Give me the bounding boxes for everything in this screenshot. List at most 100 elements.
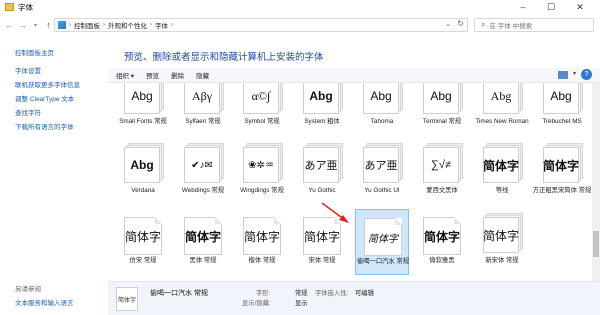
style-label: 字形:	[256, 290, 271, 297]
font-preview-page: 简体字	[543, 143, 583, 183]
chevron-down-icon[interactable]: ⌄	[445, 20, 451, 28]
breadcrumb-item[interactable]: 外观和个性化	[108, 20, 147, 30]
font-name-label: Sylfaen 常规	[185, 118, 221, 125]
font-preview-text: 简体字	[368, 233, 398, 245]
font-preview-text: 简体字	[483, 158, 519, 173]
organize-button[interactable]: 组织 ▾	[116, 70, 134, 80]
font-name-label: Times New Roman	[475, 118, 529, 125]
font-tile[interactable]: ✔♪✉ Webdings 常规	[176, 139, 230, 205]
font-tile[interactable]: 简体字 等线	[475, 139, 529, 205]
font-tile[interactable]: あア亜 Yu Gothic UI	[355, 139, 409, 205]
font-tile[interactable]: 简体字方正粗黑宋简体 常规	[533, 139, 591, 205]
font-name-label: Small Fonts 常规	[119, 118, 167, 125]
font-preview-text: Aβγ	[191, 88, 213, 103]
chevron-icon: ›	[150, 22, 152, 28]
find-character-link[interactable]: 查找字符	[15, 107, 41, 117]
font-name-label: Verdana	[131, 187, 155, 194]
font-preview-page: Abg	[483, 83, 523, 114]
breadcrumb-item[interactable]: 字体	[155, 20, 168, 30]
font-preview-page: 简体字	[124, 217, 162, 255]
font-preview-page: Aβγ	[184, 83, 224, 114]
font-tile[interactable]: Abg Trebuchet MS	[535, 83, 589, 136]
font-preview-text: あア亜	[304, 160, 338, 172]
font-preview-text: Abg	[430, 89, 452, 103]
minimize-button[interactable]: –	[512, 0, 534, 14]
address-field[interactable]: › 控制面板 › 外观和个性化 › 字体 › ⌄ ↻	[54, 18, 468, 32]
font-preview-text: Abg	[130, 158, 154, 172]
font-tile[interactable]: Abg Small Fonts 常规	[116, 83, 170, 136]
font-preview-text: Abg	[370, 89, 392, 103]
scrollbar-thumb[interactable]	[593, 231, 599, 257]
download-fonts-link[interactable]: 下载所有语言的字体	[15, 121, 74, 131]
font-name-label: 方正粗黑宋简体 常规	[532, 187, 592, 194]
font-preview-text: 简体字	[244, 229, 280, 244]
left-pane: 控制面板主页 字体设置 联机获取更多字体信息 调整 ClearType 文本 查…	[0, 36, 108, 315]
font-name-label: 宋体 常规	[308, 257, 336, 264]
font-tile[interactable]: 简体字 新宋体 常规	[475, 209, 529, 275]
back-button[interactable]: ←	[3, 18, 16, 32]
font-tile[interactable]: 简体字 宋体 常规	[295, 209, 349, 275]
font-name-label: Webdings 常规	[181, 187, 225, 194]
font-preview-text: ∑√≠	[431, 159, 451, 171]
font-name-label: System 粗体	[304, 118, 340, 125]
font-settings-link[interactable]: 字体设置	[15, 65, 41, 75]
font-preview-page: 简体字	[184, 217, 222, 255]
chevron-icon: ›	[69, 22, 71, 28]
font-tile[interactable]: Abg Verdana	[116, 139, 170, 205]
font-preview-text: Abg	[131, 89, 153, 103]
get-more-fonts-link[interactable]: 联机获取更多字体信息	[15, 79, 80, 89]
view-icon[interactable]	[558, 71, 568, 79]
font-name-label: Wingdings 常规	[240, 187, 284, 194]
font-preview-page: Abg	[543, 83, 583, 114]
font-tile[interactable]: Aβγ Sylfaen 常规	[176, 83, 230, 136]
breadcrumb-item[interactable]: 控制面板	[74, 20, 100, 30]
font-tile[interactable]: ❀✲♒ Wingdings 常规	[235, 139, 289, 205]
font-preview-page: Abg	[423, 83, 463, 114]
font-name-label: 新宋体 常规	[485, 257, 519, 264]
font-tile[interactable]: 简体字 仿宋 常规	[116, 209, 170, 275]
font-tile[interactable]: 简体字 楷体 常规	[235, 209, 289, 275]
search-input[interactable]: ⌕ 在 字体 中搜索	[474, 18, 594, 32]
refresh-icon[interactable]: ↻	[457, 19, 464, 28]
delete-button[interactable]: 删除	[171, 70, 184, 80]
font-tile[interactable]: 简体字 偷喝一口汽水 常规	[355, 209, 409, 275]
font-tile[interactable]: Abg Tahoma	[355, 83, 409, 136]
chevron-down-icon[interactable]: ▾	[573, 70, 576, 77]
main-pane: 预览、删除或者显示和隐藏计算机上安装的字体 组织 ▾ 预览 删除 隐藏 ▾ ? …	[108, 36, 600, 281]
help-icon[interactable]: ?	[581, 69, 592, 80]
font-preview-page: Abg	[363, 83, 403, 114]
font-preview-page: Abg	[124, 143, 164, 183]
show-hide-value: 显示	[295, 300, 308, 307]
hide-button[interactable]: 隐藏	[196, 70, 209, 80]
close-button[interactable]: ✕	[569, 0, 591, 14]
font-preview-page: ✔♪✉	[184, 143, 224, 183]
cleartype-link[interactable]: 调整 ClearType 文本	[15, 93, 74, 103]
font-tile[interactable]: 简体字 微软雅黑	[415, 209, 469, 275]
font-tile[interactable]: あア亜 Yu Gothic	[295, 139, 349, 205]
window-title: 字体	[18, 2, 33, 12]
font-preview-page: あア亜	[363, 143, 403, 183]
search-placeholder: 在 字体 中搜索	[489, 23, 533, 30]
vertical-scrollbar[interactable]	[592, 83, 600, 281]
font-tile[interactable]: Abg Terminal 常规	[415, 83, 469, 136]
text-services-link[interactable]: 文本服务和输入语言	[15, 297, 74, 307]
font-tile[interactable]: Abg Times New Roman	[475, 83, 529, 136]
font-tile[interactable]: 简体字 黑体 常规	[176, 209, 230, 275]
forward-button[interactable]: →	[16, 18, 29, 32]
title-bar: 字体 – ☐ ✕	[0, 0, 600, 14]
control-panel-home-link[interactable]: 控制面板主页	[15, 47, 54, 57]
font-tile[interactable]: Abg System 粗体	[295, 83, 349, 136]
font-tile[interactable]: α©∫ Symbol 常规	[235, 83, 289, 136]
folder-icon	[5, 3, 14, 11]
font-preview-text: ❀✲♒	[248, 159, 274, 171]
show-hide-label: 显示/隐藏:	[242, 300, 271, 307]
recent-dropdown[interactable]: ▾	[29, 18, 42, 32]
preview-button[interactable]: 预览	[146, 70, 159, 80]
font-preview-page: 简体字	[243, 217, 281, 255]
font-tile[interactable]: ∑√≠ 蒙西文黑体	[415, 139, 469, 205]
chevron-icon: ›	[103, 22, 105, 28]
selected-font-name: 偷喝一口汽水 常规	[150, 290, 208, 297]
font-name-label: 仿宋 常规	[129, 257, 157, 264]
maximize-button[interactable]: ☐	[540, 0, 562, 14]
embed-value: 可编辑	[355, 290, 374, 297]
